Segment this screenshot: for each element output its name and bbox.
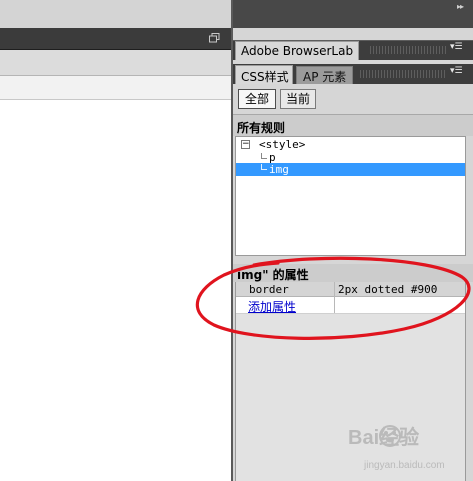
- tree-connector: [261, 153, 267, 159]
- tree-item-style[interactable]: <style>: [259, 138, 305, 151]
- tab-css-styles[interactable]: CSS样式: [235, 65, 293, 84]
- tab-ap-elements[interactable]: AP 元素: [296, 66, 353, 84]
- tree-connector: [261, 164, 267, 170]
- watermark-text: Bai经验: [348, 425, 419, 449]
- panel-grip[interactable]: [370, 46, 446, 54]
- panel-dock-header: [233, 0, 473, 28]
- collapse-dock-icon[interactable]: ▸▸: [457, 2, 464, 11]
- panel-grip[interactable]: [360, 70, 446, 78]
- restore-window-icon[interactable]: [209, 33, 220, 43]
- panel-menu-icon[interactable]: ▾☰: [450, 66, 463, 76]
- collapse-toggle-icon[interactable]: −: [241, 140, 250, 149]
- all-rules-section-title: 所有规则: [233, 114, 473, 136]
- panel-menu-icon[interactable]: ▾☰: [450, 42, 463, 52]
- annotation-ellipse: [195, 256, 471, 340]
- tab-adobe-browserlab[interactable]: Adobe BrowserLab: [235, 41, 359, 60]
- tree-item-img[interactable]: img: [269, 163, 289, 176]
- document-window-titlebar: [0, 28, 231, 50]
- current-rules-button[interactable]: 当前: [280, 89, 316, 109]
- document-toolbar: [0, 50, 231, 76]
- baidu-watermark: Bai经验 jingyan.baidu.com: [348, 425, 445, 471]
- left-toolbar-area: [0, 0, 231, 28]
- document-subtoolbar: [0, 76, 231, 100]
- watermark-url: jingyan.baidu.com: [363, 460, 445, 471]
- all-rules-button[interactable]: 全部: [238, 89, 276, 109]
